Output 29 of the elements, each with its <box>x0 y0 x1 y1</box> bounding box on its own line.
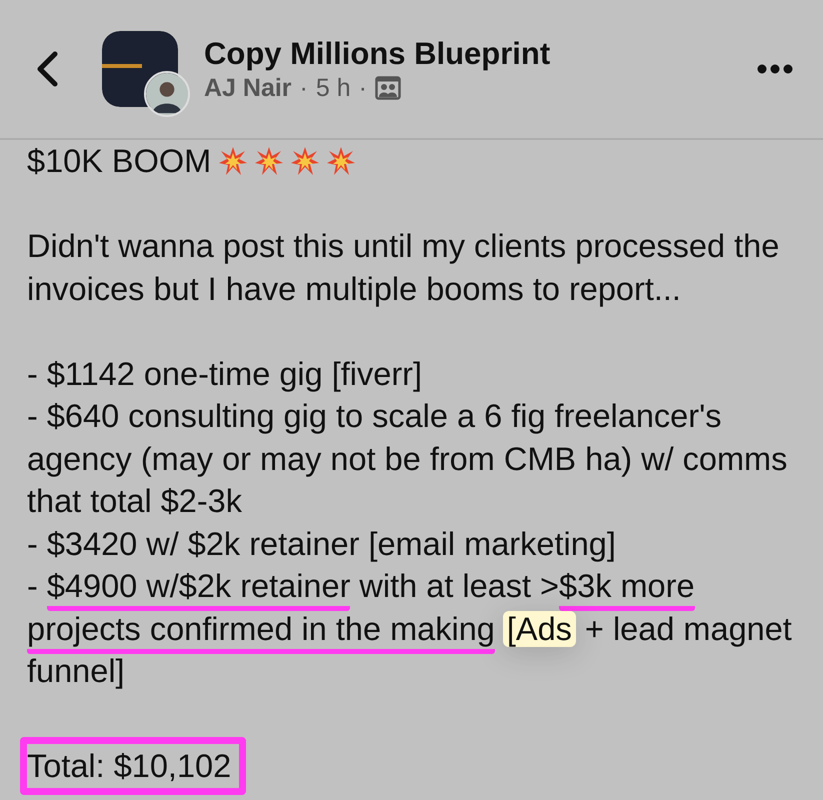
separator-dot: · <box>300 72 308 103</box>
collision-icon <box>291 146 320 176</box>
post-text: + lead magnet <box>584 610 792 646</box>
underlined-text: projects confirmed in the making <box>27 610 495 654</box>
author-name[interactable]: AJ Nair <box>204 72 292 103</box>
underlined-text: $4900 w/$2k retainer <box>46 568 350 611</box>
post-text: agency (may or may not be from CMB ha) w/ comms <box>27 440 788 476</box>
post-text: funnel] <box>27 653 125 689</box>
post-text: that total $2-3k <box>27 483 242 519</box>
boxed-total: Total: $10,102 <box>20 737 246 795</box>
collision-icon <box>255 146 284 176</box>
post-text: invoices but I have multiple booms to report... <box>27 270 681 306</box>
post-text: Didn't wanna post this until my clients processed the <box>27 228 780 264</box>
post-title: $10K BOOM <box>27 143 212 179</box>
highlighted-text: [Ads <box>502 610 576 646</box>
group-name[interactable]: Copy Millions Blueprint <box>204 35 757 73</box>
separator-dot: · <box>358 72 367 103</box>
post-text: - $640 consulting gig to scale a 6 fig freelancer's <box>27 398 722 434</box>
more-options-icon[interactable] <box>757 64 793 74</box>
post-text: - <box>27 568 39 604</box>
post-text: - $3420 w/ $2k retainer [email marketing] <box>27 526 616 562</box>
collision-icon <box>327 146 356 176</box>
post-text: - $1142 one-time gig [fiverr] <box>27 356 422 392</box>
profile-avatar[interactable] <box>144 71 190 117</box>
collision-icon <box>219 146 248 176</box>
group-audience-icon <box>374 76 401 100</box>
back-icon[interactable] <box>36 51 58 87</box>
post-text: with at least > <box>358 568 560 604</box>
post-time[interactable]: 5 h <box>316 72 351 103</box>
